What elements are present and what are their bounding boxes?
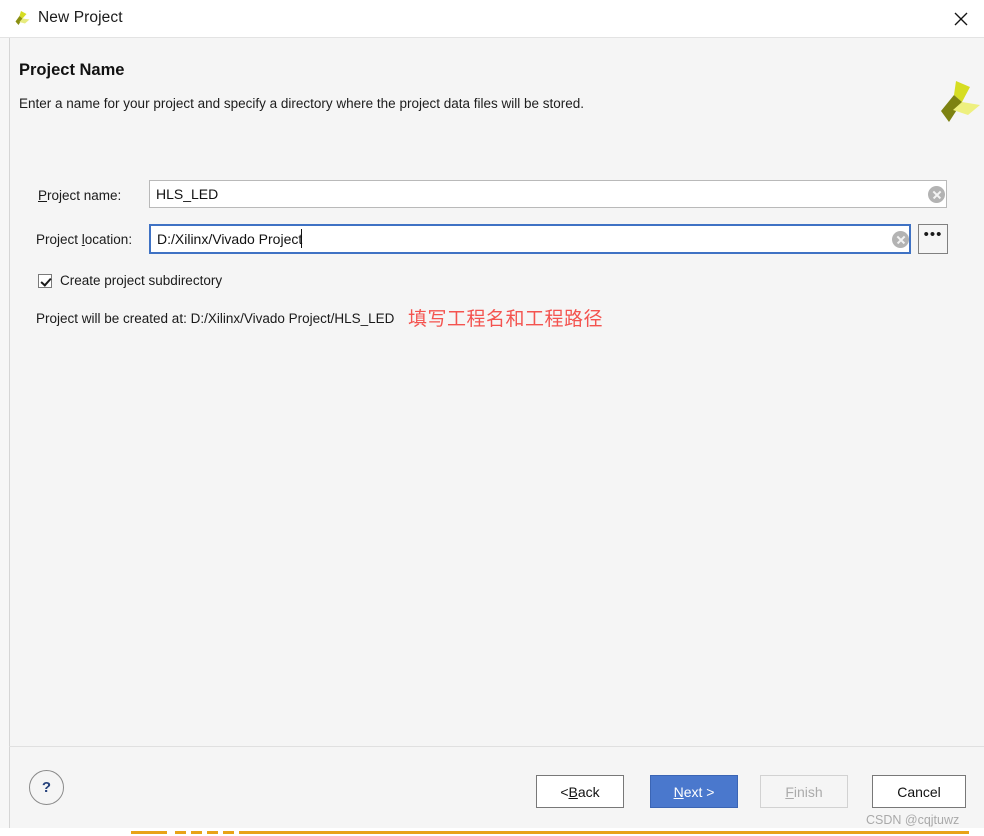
- clear-project-name-icon[interactable]: [928, 186, 945, 203]
- window-title: New Project: [38, 9, 123, 26]
- project-name-label-text: roject name:: [47, 188, 122, 203]
- page-subtitle: Enter a name for your project and specif…: [19, 96, 585, 111]
- bg-dash-segment: [239, 831, 969, 834]
- browse-directory-button[interactable]: •••: [918, 224, 948, 254]
- back-button-mnemonic: B: [568, 783, 578, 800]
- cancel-button-label: Cancel: [897, 783, 941, 800]
- project-created-at-text: Project will be created at: D:/Xilinx/Vi…: [36, 311, 395, 326]
- next-button-mnemonic: N: [673, 783, 684, 800]
- create-subdirectory-label: Create project subdirectory: [60, 273, 223, 288]
- vivado-logo-icon: [10, 8, 32, 30]
- bg-dash-segment: [223, 831, 234, 834]
- help-button[interactable]: ?: [29, 770, 64, 805]
- create-subdirectory-checkbox[interactable]: Create project subdirectory: [38, 273, 222, 288]
- text-caret: [301, 229, 302, 248]
- bg-dash-segment: [175, 831, 186, 834]
- bg-dash-segment: [191, 831, 202, 834]
- finish-button-mnemonic: F: [785, 783, 794, 800]
- dialog-footer: ? < Back Next > Finish Cancel CSDN @cqjt…: [9, 747, 984, 828]
- background-app-strip: [0, 828, 984, 836]
- back-button-prefix: <: [560, 783, 569, 800]
- page-title: Project Name: [19, 61, 125, 79]
- xilinx-logo-icon: [928, 75, 984, 131]
- new-project-dialog: New Project Project Name Enter a name fo…: [0, 0, 984, 836]
- back-button-suffix: ack: [577, 783, 600, 800]
- project-location-label-prefix: Project: [36, 232, 82, 247]
- project-location-input[interactable]: [149, 224, 911, 254]
- checkbox-check-icon: [38, 273, 52, 288]
- project-location-label: Project location:: [36, 232, 132, 247]
- project-name-mnemonic: P: [38, 188, 48, 203]
- bg-dash-segment: [207, 831, 218, 834]
- finish-button-suffix: inish: [793, 783, 823, 800]
- annotation-text: 填写工程名和工程路径: [408, 309, 604, 330]
- watermark-text: CSDN @cqjtuwz: [866, 813, 960, 827]
- project-location-label-text: ocation:: [84, 232, 133, 247]
- project-name-input[interactable]: [149, 180, 947, 208]
- project-name-label: Project name:: [38, 188, 121, 203]
- next-button-suffix: ext >: [683, 783, 715, 800]
- close-icon[interactable]: [938, 0, 984, 37]
- bg-dash-segment: [131, 831, 167, 834]
- clear-project-location-icon[interactable]: [892, 231, 909, 248]
- cancel-button[interactable]: Cancel: [872, 775, 966, 808]
- dialog-content: Project Name Enter a name for your proje…: [9, 38, 984, 746]
- next-button[interactable]: Next >: [650, 775, 738, 808]
- finish-button: Finish: [760, 775, 848, 808]
- back-button[interactable]: < Back: [536, 775, 624, 808]
- title-bar: New Project: [0, 0, 984, 38]
